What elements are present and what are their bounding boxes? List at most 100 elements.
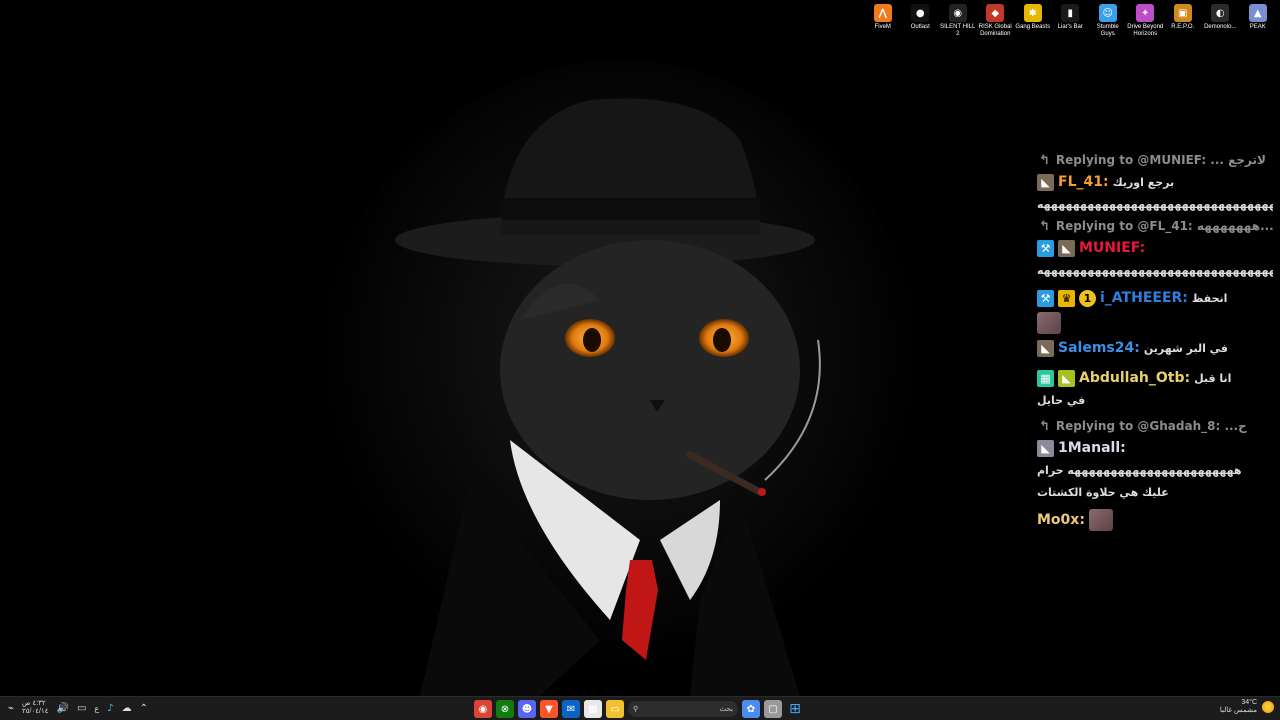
taskbar-weather-widget[interactable]: 34°C مشمس غالبا xyxy=(1220,699,1274,715)
chat-message: ◣ Salems24: في البر شهرين xyxy=(1037,336,1277,360)
file-explorer-icon[interactable]: ▭ xyxy=(606,700,624,718)
reply-arrow-icon: ↰ xyxy=(1039,152,1050,168)
silent-hill-icon: ◉ xyxy=(948,4,967,22)
show-hidden-icons-chevron-icon[interactable]: ⌃ xyxy=(140,703,148,714)
brave-icon[interactable]: ▼ xyxy=(540,700,558,718)
chat-username: FL_41: xyxy=(1058,174,1109,190)
search-placeholder: بحث xyxy=(719,706,733,713)
desktop-shortcut-label: SILENT HILL 2 xyxy=(940,24,976,37)
chat-username: Abdullah_Otb: xyxy=(1079,370,1191,386)
chat-text-continuation: هههههههههههههههههههههههه حرام xyxy=(1037,464,1242,477)
chat-text-continuation: عليك هي حلاوة الكشتات xyxy=(1037,486,1169,499)
volume-icon[interactable]: 🔊 xyxy=(56,703,68,714)
search-icon: ⚲ xyxy=(633,706,639,713)
risk-icon: ◆ xyxy=(986,4,1005,22)
start-windows-icon[interactable]: ⊞ xyxy=(786,700,804,718)
desktop-shortcut[interactable]: ✦ Drive Beyond Horizons xyxy=(1127,2,1164,38)
chat-text: برجع اوريك xyxy=(1112,175,1175,189)
reply-context: ↰ Replying to @FL_41: هههههههه... xyxy=(1039,218,1274,234)
gang-beasts-icon: ✱ xyxy=(1023,4,1042,22)
demonologist-icon: ◐ xyxy=(1211,4,1230,22)
microphone-icon[interactable]: ♪ xyxy=(107,703,113,714)
chat-username: 1Manall: xyxy=(1058,440,1126,456)
desktop-icon-grid: ⋀ FiveM ● Outlast ◉ SILENT HILL 2 ◆ RISK Global… xyxy=(865,2,1277,38)
chat-text-continuation: في حايل xyxy=(1037,394,1086,407)
desktop-shortcut[interactable]: ✱ Gang Beasts xyxy=(1015,2,1052,38)
desktop-shortcut-label: Outlast xyxy=(910,24,930,30)
onedrive-cloud-icon[interactable]: ☁ xyxy=(122,703,132,714)
outlook-icon[interactable]: ✉ xyxy=(562,700,580,718)
taskbar-search-box[interactable]: ⚲ بحث xyxy=(628,701,738,717)
rank-icon: ◣ xyxy=(1037,439,1054,457)
discord-icon[interactable]: ☻ xyxy=(518,700,536,718)
fivem-icon: ⋀ xyxy=(873,4,892,22)
desktop-shortcut-label: Stumble Guys xyxy=(1096,24,1119,37)
desktop-shortcut[interactable]: ☺ Stumble Guys xyxy=(1090,2,1127,38)
chat-emote-row xyxy=(1037,310,1277,336)
vip-crown-icon: ♛ xyxy=(1058,289,1075,307)
chat-emote xyxy=(1088,509,1113,531)
desktop-shortcut-label: Liar's Bar xyxy=(1057,24,1083,30)
desktop-shortcut-label: Gang Beasts xyxy=(1015,24,1051,30)
taskbar-clock[interactable]: ٤:٣٢ ص ٢٥/٠٤/١٤ xyxy=(22,700,48,716)
stumble-guys-icon: ☺ xyxy=(1098,4,1117,22)
chat-username: Mo0x: xyxy=(1037,512,1085,528)
desktop-shortcut-label: RISK Global Domination xyxy=(978,24,1012,37)
rank-icon: ◣ xyxy=(1037,339,1054,357)
outlast-icon: ● xyxy=(911,4,930,22)
chat-text: في البر شهرين xyxy=(1143,341,1229,355)
desktop-shortcut-label: R.E.P.O. xyxy=(1171,24,1195,30)
taskbar-apps: ◉ ⊗ ☻ ▼ ✉ ▦ ▭ ⚲ بحث ✿ ▢ ⊞ xyxy=(474,700,804,718)
rank-icon: ◣ xyxy=(1037,173,1054,191)
reply-arrow-icon: ↰ xyxy=(1039,418,1050,434)
chat-username: i_ATHEEER: xyxy=(1100,290,1188,306)
sun-icon xyxy=(1262,701,1274,713)
chrome-icon[interactable]: ◉ xyxy=(474,700,492,718)
desktop-shortcut-label: Drive Beyond Horizons xyxy=(1127,24,1164,37)
peak-icon: ▲ xyxy=(1248,4,1267,22)
chat-text-continuation: ههههههههههههههههههههههههههههههههههههه xyxy=(1037,198,1273,211)
drive-beyond-horizons-icon: ✦ xyxy=(1136,4,1155,22)
taskbar: ⌁ ٤:٣٢ ص ٢٥/٠٤/١٤ 🔊 ▭ ع ♪ ☁ ⌃ ◉ ⊗ ☻ ▼ ✉ ▦ ▭ ⚲ بح… xyxy=(0,696,1280,720)
moderator-icon: ⚒ xyxy=(1037,289,1054,307)
chat-text: انا قبل xyxy=(1194,371,1232,385)
stream-chat-overlay: ↰ Replying to @MUNIEF: ... لاترجع ◣ FL_4… xyxy=(1037,150,1277,532)
desktop-shortcut[interactable]: ◆ RISK Global Domination xyxy=(977,2,1014,38)
chat-message: Mo0x: xyxy=(1037,508,1277,532)
copilot-icon[interactable]: ✿ xyxy=(742,700,760,718)
desktop-shortcut[interactable]: ▲ PEAK xyxy=(1240,2,1277,38)
weather-text: 34°C مشمس غالبا xyxy=(1219,699,1257,714)
rank-icon: ◣ xyxy=(1058,239,1075,257)
desktop-shortcut[interactable]: ◐ Demonolo... xyxy=(1202,2,1239,38)
network-icon[interactable]: ▭ xyxy=(77,703,86,714)
og-badge-icon: ▦ xyxy=(1037,369,1054,387)
desktop-shortcut[interactable]: ⋀ FiveM xyxy=(865,2,902,38)
chat-message: ▦ ◣ Abdullah_Otb: انا قبل xyxy=(1037,366,1277,390)
liars-bar-icon: ▮ xyxy=(1061,4,1080,22)
chat-username: Salems24: xyxy=(1058,340,1140,356)
rank-icon: ◣ xyxy=(1058,369,1075,387)
calendar-icon[interactable]: ▦ xyxy=(584,700,602,718)
chat-username: MUNIEF: xyxy=(1079,240,1146,256)
generic-window-icon[interactable]: ▢ xyxy=(764,700,782,718)
desktop-shortcut[interactable]: ● Outlast xyxy=(902,2,939,38)
moderator-icon: ⚒ xyxy=(1037,239,1054,257)
chat-message: ⚒ ◣ MUNIEF: xyxy=(1037,236,1277,260)
chat-message: ◣ 1Manall: xyxy=(1037,436,1277,460)
notification-bell-icon[interactable]: ⌁ xyxy=(8,703,14,714)
desktop-shortcut-label: FiveM xyxy=(874,24,891,30)
xbox-icon[interactable]: ⊗ xyxy=(496,700,514,718)
input-language-indicator[interactable]: ع xyxy=(94,704,99,713)
desktop-shortcut[interactable]: ▮ Liar's Bar xyxy=(1052,2,1089,38)
chat-text-continuation: ههههههههههههههههههههههههههههههههههههه xyxy=(1037,264,1273,277)
reply-context: ↰ Replying to @MUNIEF: ... لاترجع xyxy=(1039,152,1266,168)
desktop-shortcut[interactable]: ◉ SILENT HILL 2 xyxy=(940,2,977,38)
desktop-shortcut[interactable]: ▣ R.E.P.O. xyxy=(1165,2,1202,38)
reply-context: ↰ Replying to @Ghadah_8: ...ح xyxy=(1039,418,1247,434)
chat-emote xyxy=(1037,312,1061,334)
repo-icon: ▣ xyxy=(1173,4,1192,22)
gifter-icon: 1 xyxy=(1079,289,1096,307)
desktop-shortcut-label: PEAK xyxy=(1249,24,1266,30)
chat-text: انحفظ xyxy=(1191,291,1228,305)
taskbar-system-tray: ⌁ ٤:٣٢ ص ٢٥/٠٤/١٤ 🔊 ▭ ع ♪ ☁ ⌃ xyxy=(8,700,148,716)
